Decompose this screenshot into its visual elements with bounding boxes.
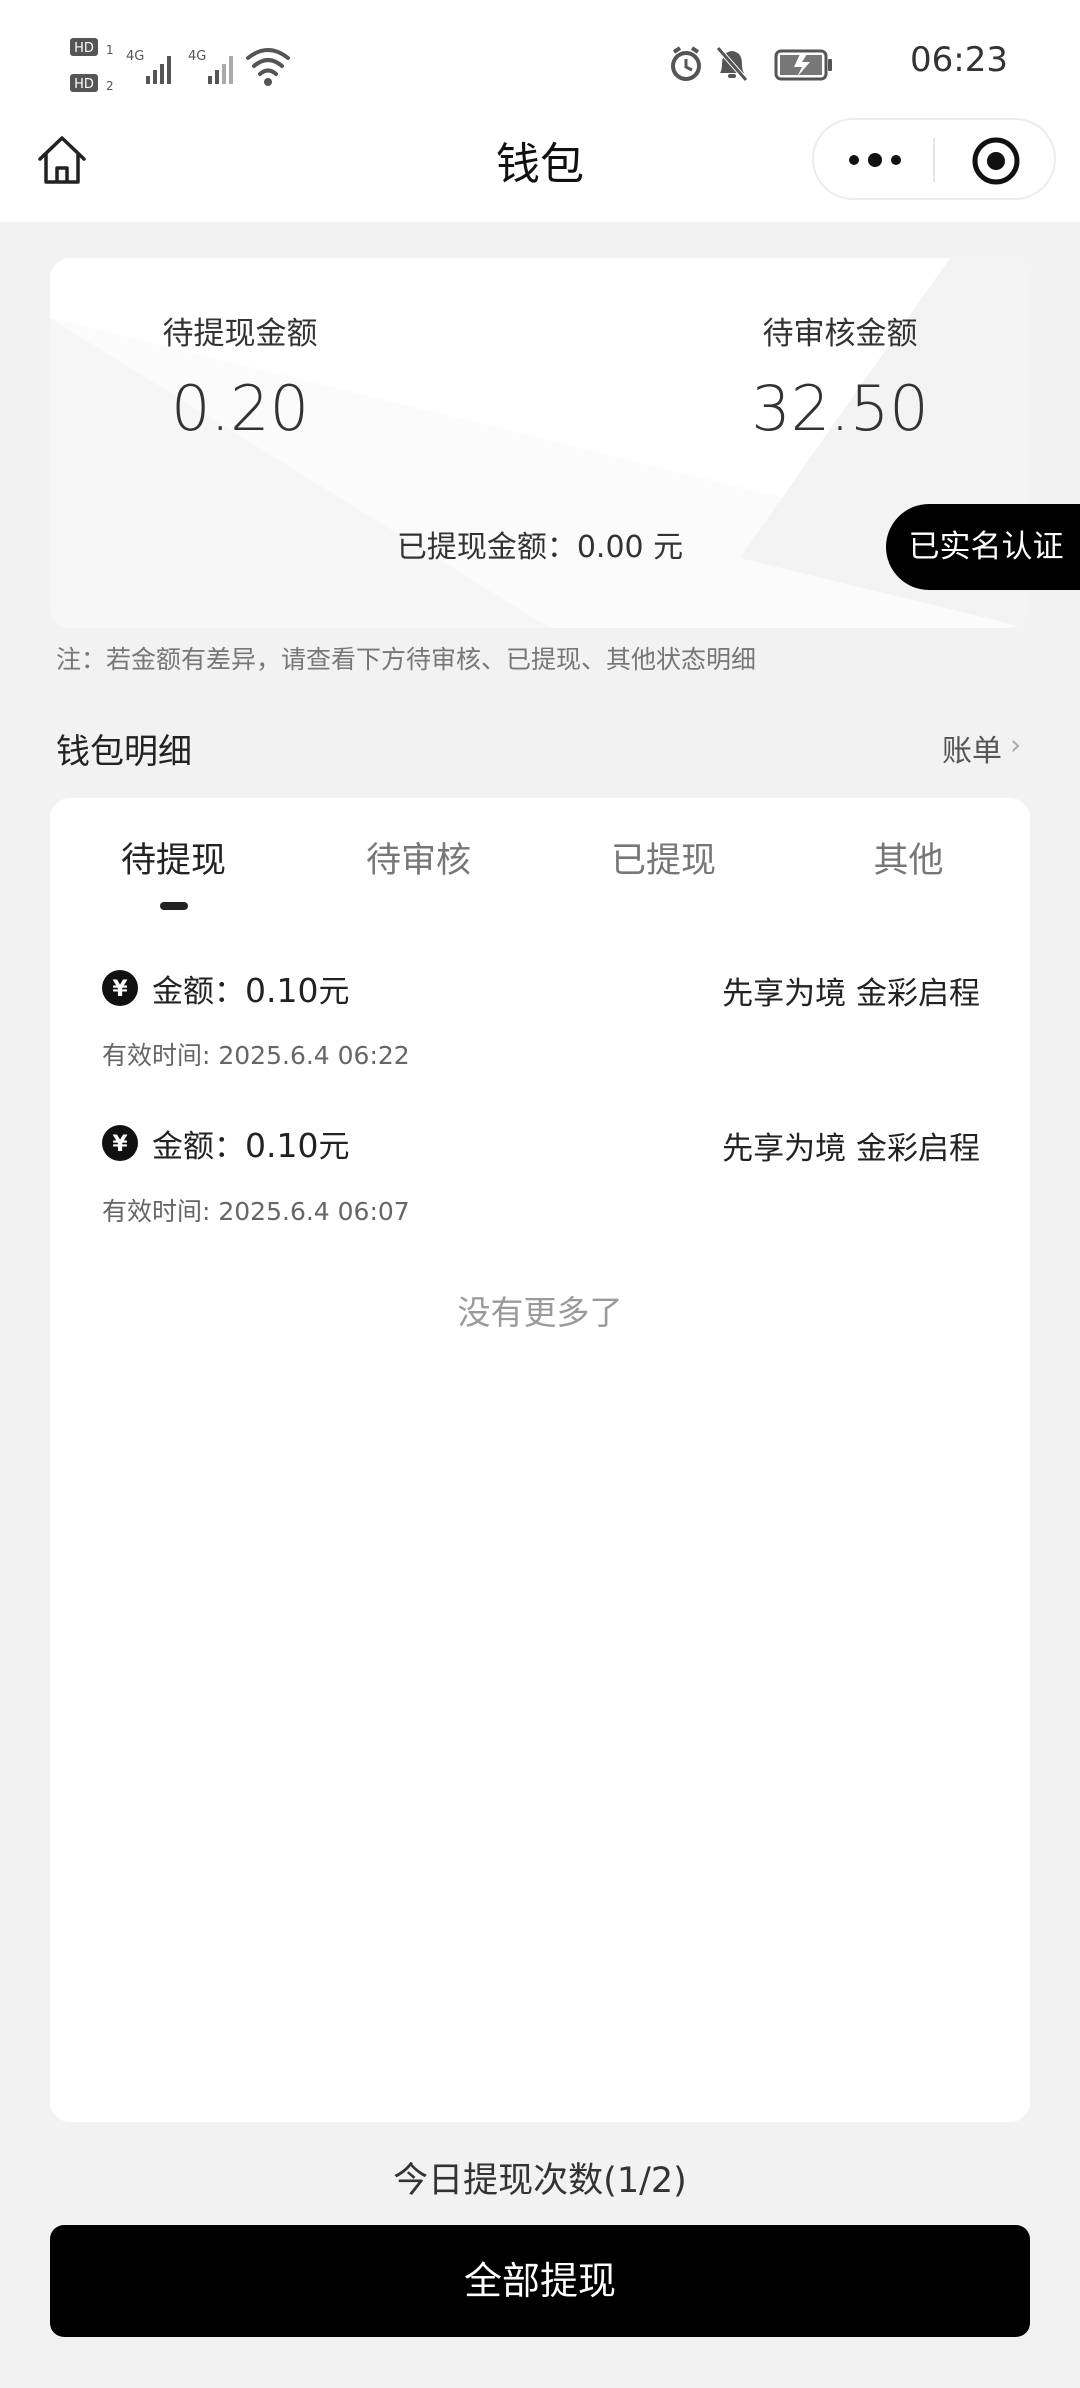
tab-indicator: [160, 902, 188, 910]
amount-note: 注：若金额有差异，请查看下方待审核、已提现、其他状态明细: [56, 645, 757, 674]
wifi-icon: [246, 48, 290, 76]
tab-pending-review[interactable]: 待审核: [296, 832, 541, 883]
pending-withdraw-label: 待提现金额: [162, 316, 318, 352]
svg-text:¥: ¥: [112, 977, 128, 1002]
section-title: 钱包明细: [56, 732, 192, 772]
pending-review-value: 32.50: [751, 372, 929, 445]
record-amount-prefix: 金额：: [152, 974, 245, 1010]
yuan-icon: ¥: [102, 970, 138, 1006]
chevron-right-icon[interactable]: ›: [1010, 728, 1021, 761]
battery-charging-icon: [774, 49, 832, 81]
verified-badge[interactable]: 已实名认证: [886, 504, 1080, 590]
more-icon[interactable]: [842, 136, 908, 184]
record-valid-time: 有效时间: 2025.6.4 06:22: [102, 1041, 410, 1070]
withdraw-all-button[interactable]: 全部提现: [50, 2225, 1030, 2337]
tab-other[interactable]: 其他: [786, 832, 1031, 883]
record-valid-time: 有效时间: 2025.6.4 06:07: [102, 1197, 410, 1226]
yuan-icon: ¥: [102, 1125, 138, 1161]
record-title: 先享为境 金彩启程: [722, 1131, 980, 1167]
alarm-icon: [671, 46, 701, 81]
tab-pending-withdraw[interactable]: 待提现: [51, 832, 296, 883]
record-amount-prefix: 金额：: [152, 1129, 245, 1165]
status-time: 06:23: [910, 40, 1008, 80]
net2-label: 4G: [188, 49, 206, 64]
record-amount: 金额：0.10元: [152, 966, 349, 1011]
record-amount-value: 0.10: [245, 1126, 319, 1165]
net1-label: 4G: [126, 49, 144, 64]
record-amount-value: 0.10: [245, 971, 319, 1010]
status-right: [600, 40, 1080, 90]
signal-icon: HD 1 HD 2 4G 4G: [70, 38, 290, 93]
target-icon[interactable]: [970, 135, 1022, 187]
svg-text:¥: ¥: [112, 1132, 128, 1157]
tab-withdrawn[interactable]: 已提现: [541, 832, 786, 883]
record-amount: 金额：0.10元: [152, 1121, 349, 1166]
status-left: HD 1 HD 2 4G 4G: [70, 36, 300, 96]
sim2-label: HD: [74, 77, 94, 92]
bell-off-icon: [716, 46, 748, 82]
bill-link[interactable]: 账单: [942, 726, 1002, 770]
capsule-divider: [933, 138, 935, 182]
no-more-text: 没有更多了: [457, 1293, 623, 1332]
sim1-label: HD: [74, 41, 94, 56]
record-title: 先享为境 金彩启程: [722, 976, 980, 1012]
sim1-index: 1: [106, 43, 114, 57]
daily-withdraw-count: 今日提现次数(1/2): [393, 2161, 687, 2201]
record-amount-unit: 元: [318, 974, 350, 1010]
record-amount-unit: 元: [318, 1129, 350, 1165]
pending-withdraw-value: 0.20: [170, 372, 310, 445]
pending-review-label: 待审核金额: [762, 316, 918, 352]
sim2-index: 2: [106, 79, 114, 93]
